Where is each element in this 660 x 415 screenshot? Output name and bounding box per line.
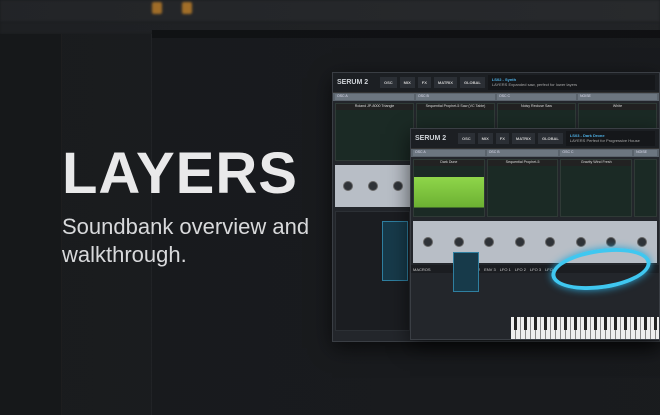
wavetable-name[interactable]: Roland JP-8000 Triangle bbox=[336, 104, 413, 110]
piano-keyboard[interactable] bbox=[511, 317, 659, 339]
preset-description: LAYERS Perfect for Progressive House bbox=[569, 138, 640, 143]
knob[interactable] bbox=[453, 237, 464, 247]
envelope-display[interactable] bbox=[382, 221, 408, 281]
serum-window-2: SERUM 2 OSC MIX FX MATRIX GLOBAL LS03 - … bbox=[410, 128, 660, 340]
tab-mix[interactable]: MIX bbox=[477, 133, 493, 144]
osc-b: Sequential Prophet-5 bbox=[486, 159, 559, 217]
osc-a: Roland JP-8000 Triangle bbox=[335, 103, 414, 161]
noise-header[interactable]: NOISE bbox=[634, 150, 658, 156]
knob[interactable] bbox=[342, 181, 353, 191]
tab-fx[interactable]: FX bbox=[417, 77, 431, 88]
knob[interactable] bbox=[423, 237, 434, 247]
tab-osc[interactable]: OSC bbox=[458, 133, 475, 144]
knob[interactable] bbox=[484, 237, 495, 247]
serum-logo: SERUM 2 bbox=[337, 79, 369, 86]
osc-c-header[interactable]: OSC C bbox=[497, 94, 576, 100]
osc-c: Gravity Wind Fresh bbox=[560, 159, 633, 217]
knob[interactable] bbox=[514, 237, 525, 247]
osc-a-header[interactable]: OSC A bbox=[413, 150, 485, 156]
osc-knobs bbox=[335, 165, 410, 207]
page-subtitle: Soundbank overview and walkthrough. bbox=[62, 214, 310, 267]
serum-logo: SERUM 2 bbox=[415, 135, 447, 142]
tab-mix[interactable]: MIX bbox=[399, 77, 415, 88]
tab-env3[interactable]: ENV 3 bbox=[484, 267, 496, 272]
wavetable-name[interactable]: Noisy Recluse Saw bbox=[498, 104, 575, 110]
tab-lfo1[interactable]: LFO 1 bbox=[500, 267, 511, 272]
tab-fx[interactable]: FX bbox=[495, 133, 509, 144]
wavetable-name[interactable]: Sequential Prophet-5 Saw (VC Table) bbox=[417, 104, 494, 110]
preset-browser[interactable]: LS02 - Synth LAYERS Expanded saw, perfec… bbox=[487, 75, 655, 90]
knob[interactable] bbox=[392, 181, 403, 191]
tab-lfo2[interactable]: LFO 2 bbox=[515, 267, 526, 272]
knob[interactable] bbox=[575, 237, 586, 247]
osc-a: Dark Dune bbox=[413, 159, 485, 217]
osc-a-header[interactable]: OSC A bbox=[335, 94, 414, 100]
knob[interactable] bbox=[606, 237, 617, 247]
tab-global[interactable]: GLOBAL bbox=[459, 77, 485, 88]
page-title: LAYERS bbox=[62, 141, 298, 206]
osc-b-header[interactable]: OSC B bbox=[486, 150, 559, 156]
wavetable-name[interactable]: Sequential Prophet-5 bbox=[487, 160, 558, 166]
envelope-display[interactable] bbox=[453, 252, 479, 292]
tab-lfo3[interactable]: LFO 3 bbox=[530, 267, 541, 272]
knob[interactable] bbox=[367, 181, 378, 191]
knob[interactable] bbox=[545, 237, 556, 247]
tab-osc[interactable]: OSC bbox=[380, 77, 397, 88]
tab-global[interactable]: GLOBAL bbox=[537, 133, 563, 144]
macros-label: MACROS bbox=[413, 267, 431, 272]
wavetable-name[interactable]: Dark Dune bbox=[414, 160, 484, 166]
wavetable-name[interactable]: Gravity Wind Fresh bbox=[561, 160, 632, 166]
knob[interactable] bbox=[636, 237, 647, 247]
preset-browser[interactable]: LS03 - Dark Drone LAYERS Perfect for Pro… bbox=[565, 131, 655, 146]
osc-c-header[interactable]: OSC C bbox=[560, 150, 633, 156]
preset-description: LAYERS Expanded saw, perfect for lower l… bbox=[491, 82, 578, 87]
noise-osc bbox=[634, 159, 658, 217]
osc-b-header[interactable]: OSC B bbox=[416, 94, 495, 100]
wavetable-name[interactable]: White bbox=[579, 104, 656, 110]
noise-header[interactable]: NOISE bbox=[578, 94, 657, 100]
tab-matrix[interactable]: MATRIX bbox=[511, 133, 535, 144]
tab-matrix[interactable]: MATRIX bbox=[433, 77, 457, 88]
